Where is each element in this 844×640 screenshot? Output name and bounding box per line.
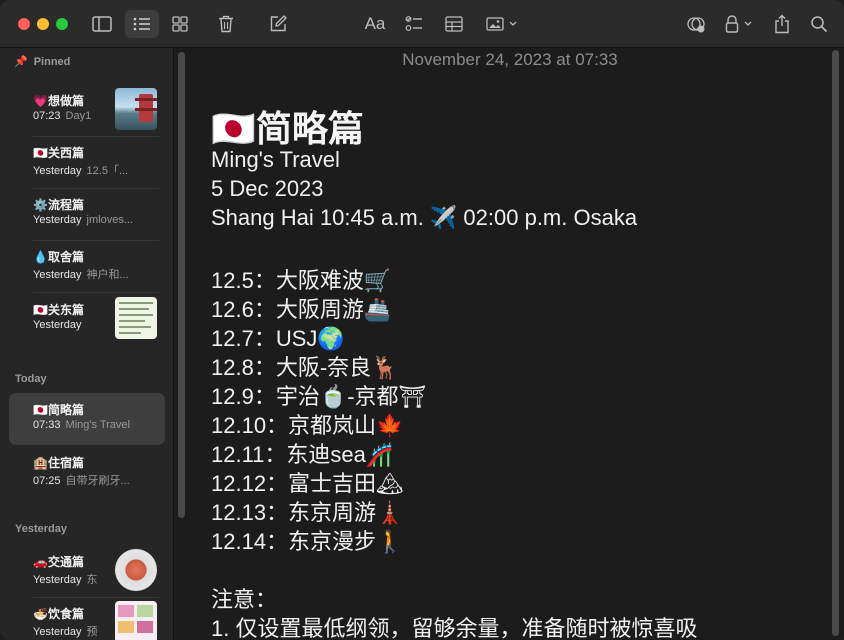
note-meta: Yesterday 神户和... <box>33 266 153 282</box>
note-line: Ming's Travel <box>211 147 340 172</box>
list-view-icon[interactable] <box>125 10 159 38</box>
close-window-button[interactable] <box>18 18 30 30</box>
note-line: 12.5：大阪难波🛒 <box>211 268 392 293</box>
toolbar: Aa <box>0 0 844 48</box>
note-line: 12.13：东京周游🗼 <box>211 500 404 525</box>
note-list-item[interactable]: 🇯🇵关西篇 Yesterday 12.5「... <box>9 136 165 188</box>
checklist-icon[interactable] <box>400 10 428 38</box>
search-icon[interactable] <box>805 10 833 38</box>
sidebar-toggle-icon[interactable] <box>88 10 116 38</box>
minimize-window-button[interactable] <box>37 18 49 30</box>
note-editor[interactable]: November 24, 2023 at 07:33 🇯🇵简略篇 Ming's … <box>190 48 830 640</box>
note-line: 12.11：东迪sea🎢 <box>211 442 394 467</box>
note-time: Yesterday <box>33 319 82 331</box>
note-thumbnail-image <box>115 88 157 130</box>
notes-list-sidebar: 📌 Pinned 💗想做篇 07:23 Day1 🇯🇵关西篇 Yesterday 12… <box>0 48 174 640</box>
note-list-item[interactable]: ⚙️流程篇 Yesterday jmloves... <box>9 188 165 240</box>
note-thumbnail-image <box>115 549 157 591</box>
note-title: 💗想做篇 <box>33 94 84 108</box>
note-title: 🏨住宿篇 <box>33 456 84 470</box>
share-icon[interactable] <box>768 10 796 38</box>
today-section-header: Today <box>15 373 47 385</box>
note-line: Shang Hai 10:45 a.m. ✈️ 02:00 p.m. Osaka <box>211 205 638 230</box>
text-format-button[interactable]: Aa <box>360 10 390 38</box>
note-title: ⚙️流程篇 <box>33 198 84 212</box>
note-title: 🇯🇵简略篇 <box>33 403 84 417</box>
note-line: 5 Dec 2023 <box>211 176 324 201</box>
sidebar-scrollbar[interactable] <box>178 52 185 518</box>
note-time: Yesterday <box>33 165 82 177</box>
note-thumbnail-image <box>115 601 157 640</box>
note-time: Yesterday <box>33 574 82 586</box>
note-line: 12.9：宇治🍵-京都⛩ <box>211 384 427 409</box>
compose-icon[interactable] <box>264 10 292 38</box>
pinned-label: Pinned <box>33 56 71 68</box>
table-icon[interactable] <box>440 10 468 38</box>
yesterday-section-header: Yesterday <box>15 523 67 535</box>
note-thumbnail-image <box>115 297 157 339</box>
note-line: 12.10：京都岚山🍁 <box>211 413 404 438</box>
note-meta: 07:25 自带牙刷牙... <box>33 472 153 488</box>
note-title: 🍜饮食篇 <box>33 607 84 621</box>
note-time: Yesterday <box>33 269 82 281</box>
note-list-item[interactable]: 💗想做篇 07:23 Day1 <box>9 84 165 136</box>
note-time: 07:33 <box>33 419 61 431</box>
note-line: 1. 仅设置最低纲领，留够余量，准备随时被惊喜吸 <box>211 616 698 640</box>
note-preview: 神户和... <box>86 269 129 281</box>
note-list-item[interactable]: 🚗交通篇 Yesterday 东 <box>9 545 165 597</box>
zoom-window-button[interactable] <box>56 18 68 30</box>
note-list-item[interactable]: 🍜饮食篇 Yesterday 预 <box>9 597 165 640</box>
note-preview: 预 <box>86 626 98 638</box>
note-title: 🚗交通篇 <box>33 555 84 569</box>
note-date: November 24, 2023 at 07:33 <box>402 50 618 69</box>
note-title: 🇯🇵关西篇 <box>33 146 84 160</box>
note-meta: Yesterday 12.5「... <box>33 162 153 178</box>
note-title: 🇯🇵关东篇 <box>33 303 84 317</box>
note-heading: 🇯🇵简略篇 <box>211 108 364 149</box>
note-preview: jmloves... <box>86 214 133 226</box>
note-line: 12.14：东京漫步🚶 <box>211 529 404 554</box>
note-list-item[interactable]: 🇯🇵关东篇 Yesterday <box>9 293 165 345</box>
note-preview: Day1 <box>65 110 92 122</box>
note-line: 12.7：USJ🌍 <box>211 326 345 351</box>
note-preview: 12.5「... <box>86 165 129 177</box>
note-meta: 07:33 Ming's Travel <box>33 419 153 431</box>
note-preview: Ming's Travel <box>65 419 130 431</box>
trash-icon[interactable] <box>212 10 240 38</box>
note-list-item[interactable]: 💧取舍篇 Yesterday 神户和... <box>9 240 165 292</box>
lock-icon[interactable] <box>722 10 758 38</box>
note-preview: 自带牙刷牙... <box>65 475 130 487</box>
note-time: Yesterday <box>33 214 82 226</box>
notes-window: Aa 📌 Pinned 💗想做篇 07:23 Day1 🇯🇵关西篇 Yester… <box>0 0 844 640</box>
pin-icon: 📌 <box>14 56 28 68</box>
gallery-view-icon[interactable] <box>166 10 194 38</box>
note-line: 12.12：富士吉田🏔 <box>211 471 404 496</box>
note-time: Yesterday <box>33 626 82 638</box>
note-meta: Yesterday jmloves... <box>33 214 153 226</box>
note-list-item[interactable]: 🏨住宿篇 07:25 自带牙刷牙... <box>9 446 165 498</box>
media-icon[interactable] <box>484 10 522 38</box>
collaborate-icon[interactable] <box>682 10 710 38</box>
note-line: 注意： <box>211 587 278 612</box>
note-title: 💧取舍篇 <box>33 250 84 264</box>
pinned-section-header: 📌 Pinned <box>14 55 70 68</box>
note-line: 12.6：大阪周游🚢 <box>211 297 392 322</box>
note-time: 07:23 <box>33 110 61 122</box>
note-preview: 东 <box>86 574 98 586</box>
note-line: 12.8：大阪-奈良🦌 <box>211 355 399 380</box>
editor-scrollbar[interactable] <box>832 50 839 636</box>
note-time: 07:25 <box>33 475 61 487</box>
note-list-item-selected[interactable]: 🇯🇵简略篇 07:33 Ming's Travel <box>9 393 165 445</box>
